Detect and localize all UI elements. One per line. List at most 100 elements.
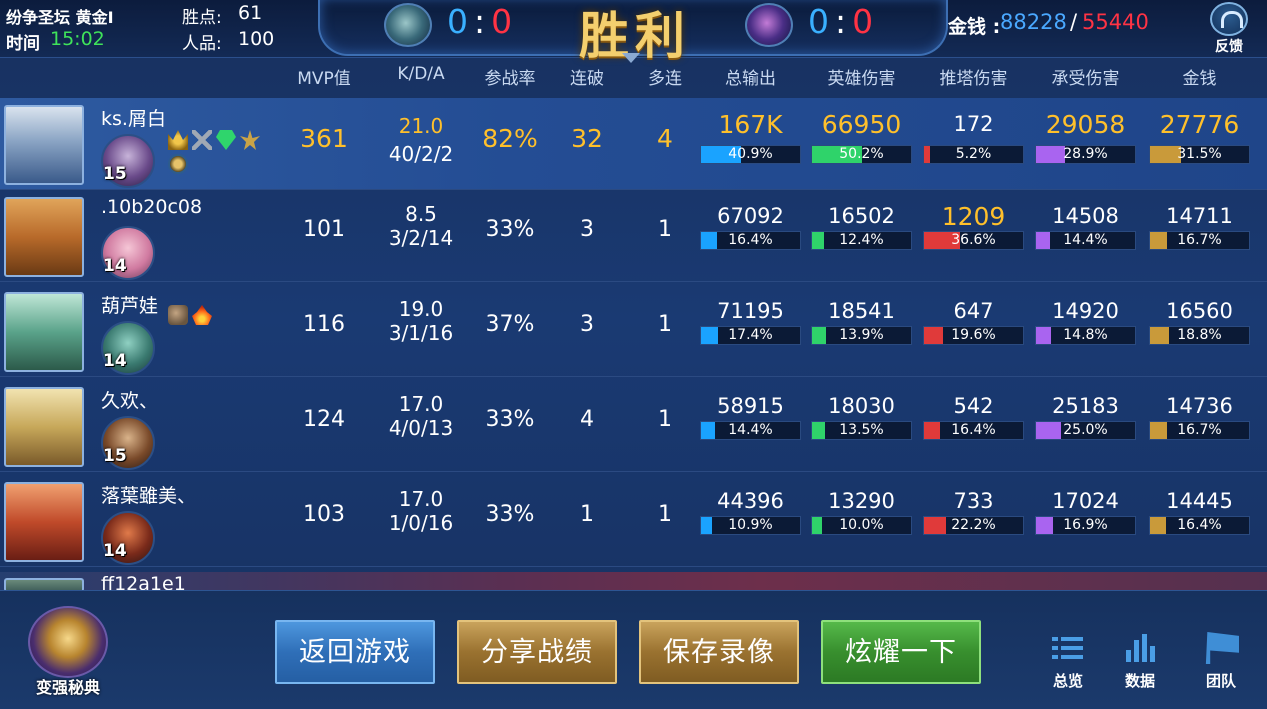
win-points-value: 61: [238, 2, 263, 24]
hero-damage-percent: 13.9%: [839, 327, 884, 343]
flag-icon: [1205, 632, 1239, 664]
multikill-count: 1: [658, 502, 672, 527]
gold-bar: 16.7%: [1149, 231, 1250, 250]
total-output-value: 71195: [717, 299, 784, 323]
kda-detail: 1/0/16: [388, 511, 454, 535]
mvp-value: 116: [303, 312, 345, 337]
tower-damage-bar: 5.2%: [923, 145, 1024, 164]
tower-damage-bar: 19.6%: [923, 326, 1024, 345]
player-row[interactable]: .10b20c08 14 101 8.5 3/2/14 33% 3 1 67092 16.4% 16…: [0, 190, 1267, 282]
nav-data[interactable]: 数据: [1115, 632, 1165, 691]
kda-score: 17.0: [398, 487, 444, 511]
tower-damage-value: 172: [953, 112, 994, 136]
hero-level: 14: [103, 351, 127, 371]
player-name: 落葉雖美、: [101, 485, 197, 507]
hero-damage-value: 66950: [821, 110, 902, 139]
mvp-value: 103: [303, 502, 345, 527]
multikill-count: 4: [657, 124, 673, 153]
strategy-book-label: 变强秘典: [35, 678, 100, 697]
gold-value: 14711: [1166, 204, 1233, 228]
total-output-bar: 10.9%: [700, 516, 801, 535]
hero-portrait[interactable]: [4, 197, 84, 277]
tower-damage-bar: 36.6%: [923, 231, 1024, 250]
gold-label: 金钱 :: [948, 16, 1001, 38]
hero-portrait[interactable]: [4, 292, 84, 372]
streak-count: 4: [580, 407, 594, 432]
strategy-book-icon[interactable]: [28, 606, 108, 678]
hero-level: 14: [103, 256, 127, 276]
header-damage-taken: 承受伤害: [1051, 69, 1120, 89]
header-tower-damage: 推塔伤害: [939, 69, 1008, 89]
hero-portrait[interactable]: [4, 105, 84, 185]
tower-damage-value: 733: [953, 489, 994, 513]
hero-damage-percent: 12.4%: [839, 232, 884, 248]
kda-score: 8.5: [405, 202, 437, 226]
nav-team-label: 团队: [1205, 672, 1236, 690]
tower-damage-percent: 19.6%: [951, 327, 996, 343]
player-name: ks.屑白: [101, 108, 166, 130]
gold-value: 27776: [1159, 110, 1240, 139]
tower-damage-percent: 22.2%: [951, 517, 996, 533]
player-row[interactable]: 落葉雖美、 14 103 17.0 1/0/16 33% 1 1 44396 10.9% 13290…: [0, 475, 1267, 567]
damage-taken-value: 14508: [1052, 204, 1119, 228]
feedback-button[interactable]: 反馈: [1203, 2, 1255, 56]
total-output-value: 44396: [717, 489, 784, 513]
total-output-percent: 17.4%: [728, 327, 773, 343]
time-label: 时间: [6, 34, 40, 54]
total-output-percent: 14.4%: [728, 422, 773, 438]
hero-level: 14: [103, 541, 127, 561]
match-mode: 纷争圣坛 黄金I: [6, 8, 114, 27]
hero-damage-value: 18541: [828, 299, 895, 323]
hero-damage-percent: 10.0%: [839, 517, 884, 533]
hero-damage-percent: 13.5%: [839, 422, 884, 438]
participation-rate: 33%: [485, 217, 535, 242]
gold-team-red: 55440: [1082, 10, 1149, 34]
kda-score: 19.0: [398, 297, 444, 321]
gold-team-blue: 88228: [1000, 10, 1067, 34]
show-off-button[interactable]: 炫耀一下: [821, 620, 981, 684]
damage-taken-percent: 14.8%: [1063, 327, 1108, 343]
player-name: 久欢、: [101, 390, 159, 412]
hero-portrait[interactable]: [4, 482, 84, 562]
share-record-button[interactable]: 分享战绩: [457, 620, 617, 684]
score-right: 0:0: [808, 2, 874, 41]
gold-bar: 16.4%: [1149, 516, 1250, 535]
gold-percent: 18.8%: [1177, 327, 1222, 343]
total-output-value: 67092: [717, 204, 784, 228]
player-row-partial[interactable]: ff12a1e1: [0, 572, 1267, 592]
header-multikill: 多连: [648, 69, 682, 89]
tower-damage-value: 647: [953, 299, 994, 323]
hero-portrait[interactable]: [4, 387, 84, 467]
multikill-count: 1: [658, 217, 672, 242]
hero-level: 15: [103, 446, 127, 466]
total-output-value: 58915: [717, 394, 784, 418]
mvp-value: 361: [300, 124, 348, 153]
kda-detail: 3/2/14: [388, 226, 454, 250]
total-output-percent: 40.9%: [728, 146, 773, 162]
streak-count: 32: [571, 124, 603, 153]
header-kda: K/D/A: [397, 64, 445, 84]
damage-taken-bar: 28.9%: [1035, 145, 1136, 164]
kda-detail: 40/2/2: [388, 142, 454, 166]
total-output-bar: 17.4%: [700, 326, 801, 345]
gold-percent: 16.7%: [1177, 422, 1222, 438]
nav-team[interactable]: 团队: [1196, 632, 1246, 691]
mvp-value: 124: [303, 407, 345, 432]
player-name: ff12a1e1: [101, 575, 186, 591]
participation-rate: 82%: [482, 124, 538, 153]
damage-taken-percent: 25.0%: [1063, 422, 1108, 438]
nav-overview[interactable]: 总览: [1043, 632, 1093, 691]
return-game-button[interactable]: 返回游戏: [275, 620, 435, 684]
total-output-percent: 10.9%: [728, 517, 773, 533]
total-output-bar: 14.4%: [700, 421, 801, 440]
tower-damage-percent: 36.6%: [951, 232, 996, 248]
save-replay-button[interactable]: 保存录像: [639, 620, 799, 684]
medal-icon: [168, 154, 188, 174]
player-row[interactable]: 久欢、 15 124 17.0 4/0/13 33% 4 1 58915 14.4% 18030 13…: [0, 380, 1267, 472]
player-row[interactable]: 葫芦娃 14 116 19.0 3/1/16 37% 3 1 71195 17.4% 18541 13…: [0, 285, 1267, 377]
gold-bar: 31.5%: [1149, 145, 1250, 164]
hero-damage-value: 16502: [828, 204, 895, 228]
reputation-value: 100: [238, 28, 275, 50]
score-left: 0:0: [447, 2, 513, 41]
player-row[interactable]: ks.屑白 15 361 21.0 40/2/2 82% 32 4 167K 40.9% 66950…: [0, 98, 1267, 190]
